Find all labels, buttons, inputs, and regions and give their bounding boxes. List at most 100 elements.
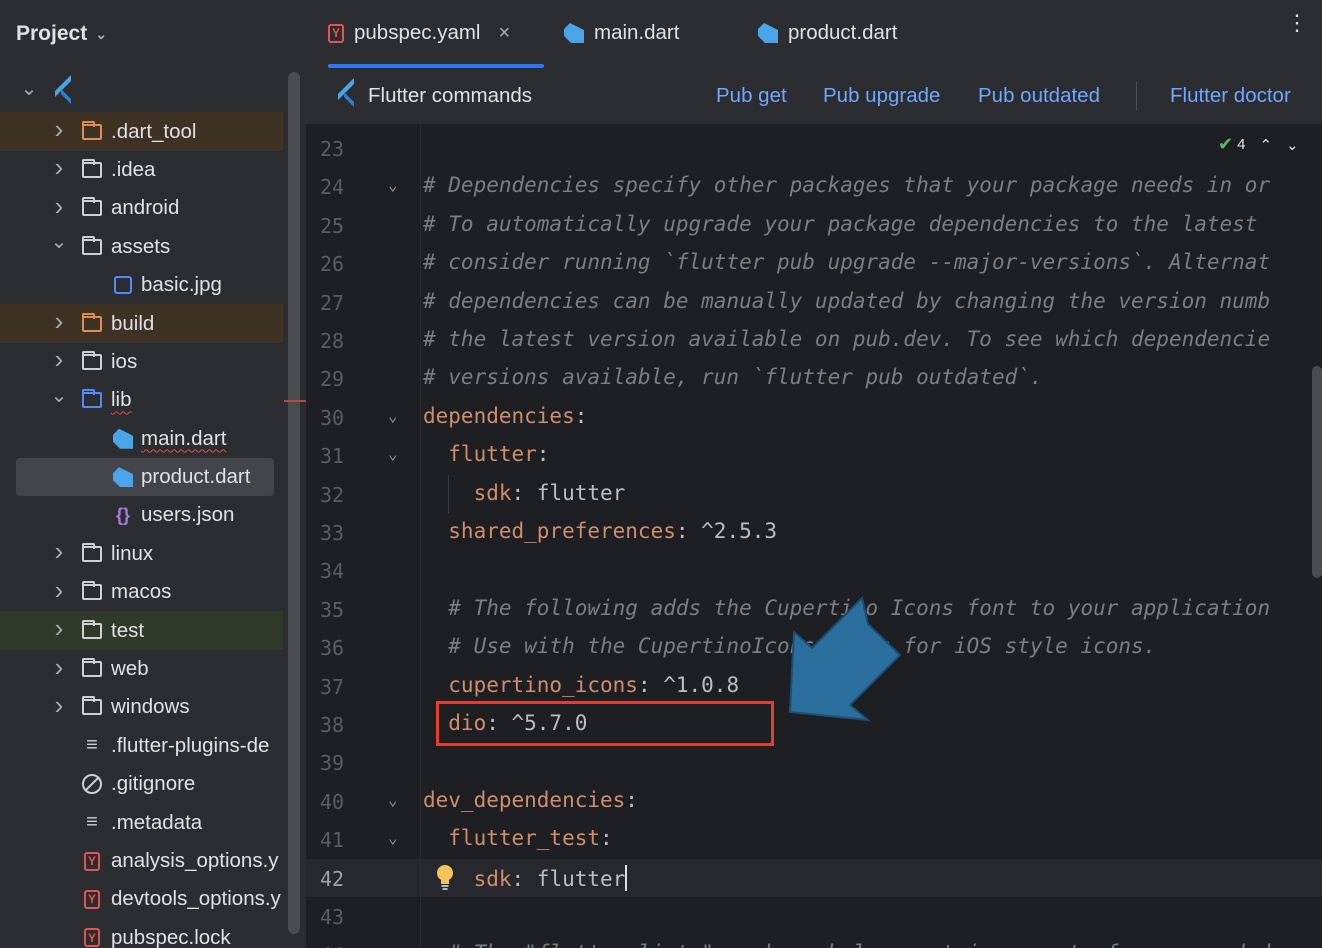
folder-icon [80, 695, 104, 719]
line-number: 36 [320, 636, 345, 661]
chevron-down-icon[interactable]: ⌄ [1286, 136, 1299, 154]
chevron-right-icon[interactable]: › [50, 114, 68, 145]
chevron-up-icon[interactable]: ⌃ [1259, 136, 1272, 154]
tree-item[interactable]: ≡ .flutter-plugins-de [0, 727, 290, 765]
tree-item-label: assets [111, 234, 171, 258]
code-line[interactable]: 23 [306, 129, 1322, 167]
tree-item[interactable]: › .dart_tool [0, 112, 283, 151]
code-line[interactable]: 25 # To automatically upgrade your packag… [306, 206, 1322, 244]
fold-chevron-icon[interactable]: ⌄ [388, 790, 398, 809]
code-line[interactable]: 24 ⌄ # Dependencies specify other packages… [306, 167, 1322, 205]
code-line[interactable]: 39 [306, 743, 1322, 781]
pub-upgrade-link[interactable]: Pub upgrade [823, 84, 940, 108]
pub-outdated-link[interactable]: Pub outdated [978, 84, 1100, 108]
tree-item[interactable]: › ios [0, 343, 290, 381]
tree-item-label: .flutter-plugins-de [111, 733, 270, 757]
line-number: 41 [320, 828, 345, 853]
tree-item[interactable]: › web [0, 650, 290, 688]
code-line[interactable]: 31 ⌄ flutter: [306, 436, 1322, 474]
chevron-right-icon[interactable]: › [50, 191, 68, 222]
tree-item[interactable]: product.dart [16, 457, 274, 497]
close-icon[interactable]: × [498, 22, 510, 45]
fold-chevron-icon[interactable]: ⌄ [388, 828, 398, 847]
tree-item[interactable]: ⌄ lib [0, 381, 290, 419]
code-token: cupertino_icons [423, 672, 638, 697]
code-line[interactable]: 33 shared_preferences: ^2.5.3 [306, 513, 1322, 551]
tree-item-label: .idea [111, 157, 156, 181]
code-line[interactable]: 26 # consider running `flutter pub upgrad… [306, 244, 1322, 282]
code-line[interactable]: 42 sdk: flutter [306, 858, 1322, 897]
chevron-right-icon[interactable]: › [50, 652, 68, 683]
inspection-widget[interactable]: ✔︎ 4 ⌃ ⌄ [1218, 134, 1299, 155]
project-scrollbar[interactable] [288, 72, 300, 934]
tree-item[interactable]: Ypubspec.lock [0, 919, 290, 948]
tree-item[interactable]: › android [0, 189, 290, 227]
pub-get-link[interactable]: Pub get [716, 84, 787, 108]
chevron-down-icon[interactable]: ⌄ [50, 383, 68, 408]
project-title: Project [16, 22, 88, 45]
fold-chevron-icon[interactable]: ⌄ [388, 406, 398, 425]
code-line[interactable]: 35 # The following adds the Cupertino Ic… [306, 590, 1322, 628]
code-line[interactable]: 30 ⌄ dependencies: [306, 398, 1322, 436]
project-view-selector[interactable]: Project ⌄ [16, 22, 107, 46]
chevron-down-icon[interactable]: ⌄ [20, 76, 38, 101]
code-line[interactable]: 41 ⌄ flutter_test: [306, 820, 1322, 858]
flutter-icon [336, 84, 358, 108]
tree-item[interactable]: › build [0, 304, 283, 343]
code-line[interactable]: 28 # the latest version available on pub.… [306, 321, 1322, 359]
tree-item[interactable]: › .idea [0, 151, 290, 189]
tree-item[interactable]: › windows [0, 688, 290, 726]
chevron-right-icon[interactable]: › [50, 344, 68, 375]
code-editor[interactable]: 23 24 ⌄ # Dependencies specify other packag… [306, 124, 1322, 948]
folder-icon [80, 235, 104, 259]
tab-main-dart[interactable]: main.dart [564, 0, 679, 66]
line-number: 40 [320, 789, 345, 814]
code-line[interactable]: 27 # dependencies can be manually updated… [306, 283, 1322, 321]
code-token: # consider running `flutter pub upgrade … [423, 250, 1271, 275]
tree-item[interactable]: ≡ .metadata [0, 803, 290, 841]
tree-item-label: .metadata [111, 810, 203, 834]
chevron-right-icon[interactable]: › [50, 306, 68, 337]
code-line[interactable]: 29 # versions available, run `flutter pub… [306, 359, 1322, 397]
tree-item[interactable]: › linux [0, 535, 290, 573]
code-line[interactable]: 44 # The "flutter_lints" package below c… [306, 935, 1322, 948]
more-options-icon[interactable]: ⋮ [1286, 12, 1308, 34]
code-line[interactable]: 34 [306, 551, 1322, 589]
tree-item[interactable]: ⌄ assets [0, 228, 290, 266]
chevron-down-icon[interactable]: ⌄ [50, 229, 68, 254]
tab-pubspec-yaml[interactable]: Y pubspec.yaml × [328, 0, 544, 68]
fold-chevron-icon[interactable]: ⌄ [388, 444, 398, 463]
dart-file-icon [111, 427, 135, 451]
tree-item[interactable]: ⌄ [0, 74, 290, 112]
code-line[interactable]: 32 sdk: flutter [306, 475, 1322, 513]
tree-item[interactable]: Yanalysis_options.y [0, 842, 290, 880]
ignore-file-icon [80, 772, 104, 796]
chevron-right-icon[interactable]: › [50, 575, 68, 606]
flutter-doctor-link[interactable]: Flutter doctor [1170, 84, 1291, 108]
inspection-count: 4 [1237, 136, 1246, 153]
chevron-right-icon[interactable]: › [50, 152, 68, 183]
chevron-right-icon[interactable]: › [50, 536, 68, 567]
chevron-right-icon[interactable]: › [50, 613, 68, 644]
tree-item[interactable]: › test [0, 611, 283, 650]
tab-product-dart[interactable]: product.dart [758, 0, 897, 66]
tree-item[interactable]: {} users.json [0, 496, 290, 534]
code-line[interactable]: 40 ⌄ dev_dependencies: [306, 782, 1322, 820]
line-number: 25 [320, 213, 345, 238]
code-text: # To automatically upgrade your package … [423, 212, 1257, 236]
code-line[interactable]: 43 [306, 897, 1322, 935]
chevron-right-icon[interactable]: › [50, 690, 68, 721]
tree-item[interactable]: basic.jpg [0, 266, 290, 304]
tree-item[interactable]: Ydevtools_options.y [0, 880, 290, 918]
tree-item[interactable]: main.dart [0, 420, 290, 458]
code-line[interactable]: 36 # Use with the CupertinoIcons class f… [306, 628, 1322, 666]
editor-scrollbar[interactable] [1312, 366, 1322, 578]
fold-chevron-icon[interactable]: ⌄ [388, 175, 398, 194]
code-text: dependencies: [423, 404, 587, 428]
tree-item[interactable]: › macos [0, 573, 290, 611]
lightbulb-icon[interactable] [436, 864, 454, 890]
flutter-commands-title: Flutter commands [336, 84, 532, 108]
tree-item[interactable]: .gitignore [0, 765, 290, 803]
code-line[interactable]: 37 cupertino_icons: ^1.0.8 [306, 667, 1322, 705]
folder-blue-icon [80, 388, 104, 412]
